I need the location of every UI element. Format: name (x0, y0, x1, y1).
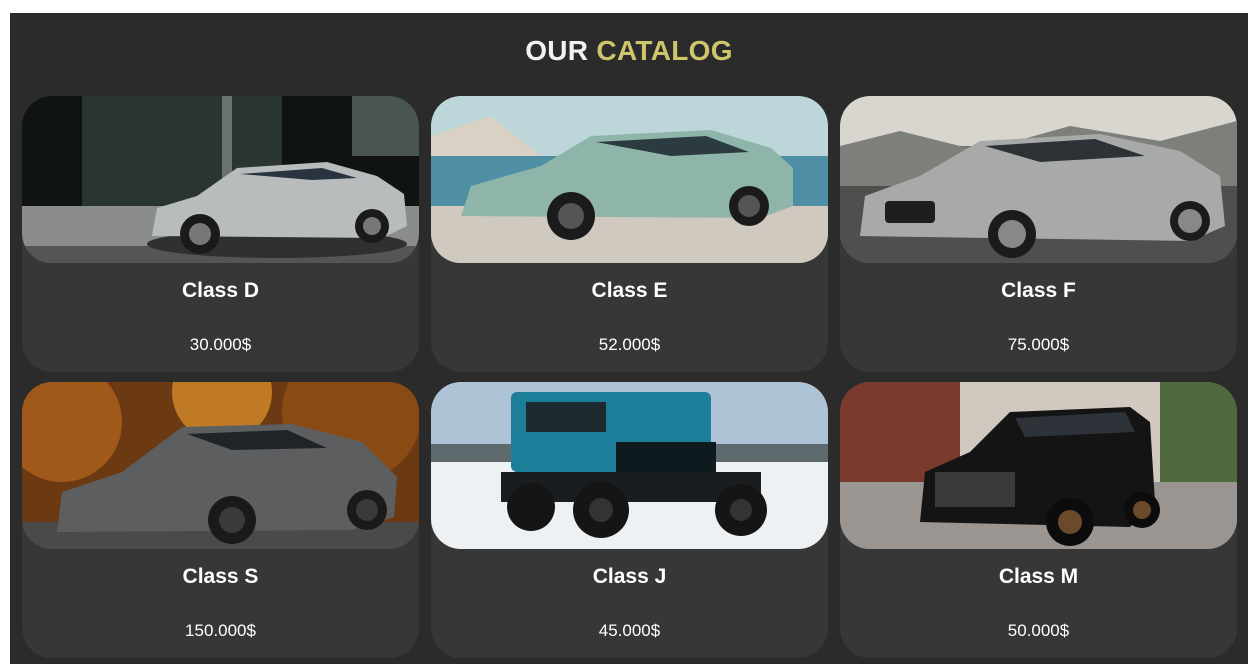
car-photo-blue-offroad[interactable] (431, 382, 828, 549)
car-price: 50.000$ (1007, 621, 1070, 640)
car-photo-black-minivan[interactable] (840, 382, 1237, 549)
catalog-title-word-catalog: CATALOG (596, 35, 733, 66)
car-name: Class J (592, 565, 667, 588)
car-photo-silver-sedan[interactable] (22, 96, 419, 263)
car-name: Class F (1001, 279, 1076, 302)
car-photo-mint-sedan[interactable] (431, 96, 828, 263)
car-card-class-j[interactable]: Class J 45.000$ (431, 382, 828, 658)
car-price: 75.000$ (1007, 335, 1070, 354)
catalog-section: OUR CATALOG Class D 30.000$ Class E 52.0… (10, 13, 1248, 664)
car-price: 30.000$ (189, 335, 252, 354)
catalog-title-word-our: OUR (525, 35, 589, 66)
car-price: 150.000$ (185, 621, 256, 640)
car-card-class-f[interactable]: Class F 75.000$ (840, 96, 1237, 372)
car-name: Class M (998, 565, 1079, 588)
car-card-class-s[interactable]: Class S 150.000$ (22, 382, 419, 658)
car-name: Class D (181, 279, 260, 302)
car-card-class-e[interactable]: Class E 52.000$ (431, 96, 828, 372)
car-name: Class E (591, 279, 668, 302)
catalog-title: OUR CATALOG (10, 35, 1248, 67)
car-photo-silver-sportback[interactable] (840, 96, 1237, 263)
car-card-class-m[interactable]: Class M 50.000$ (840, 382, 1237, 658)
car-card-class-d[interactable]: Class D 30.000$ (22, 96, 419, 372)
car-photo-grey-sports-car[interactable] (22, 382, 419, 549)
car-name: Class S (182, 565, 259, 588)
car-price: 45.000$ (598, 621, 661, 640)
car-price: 52.000$ (598, 335, 661, 354)
